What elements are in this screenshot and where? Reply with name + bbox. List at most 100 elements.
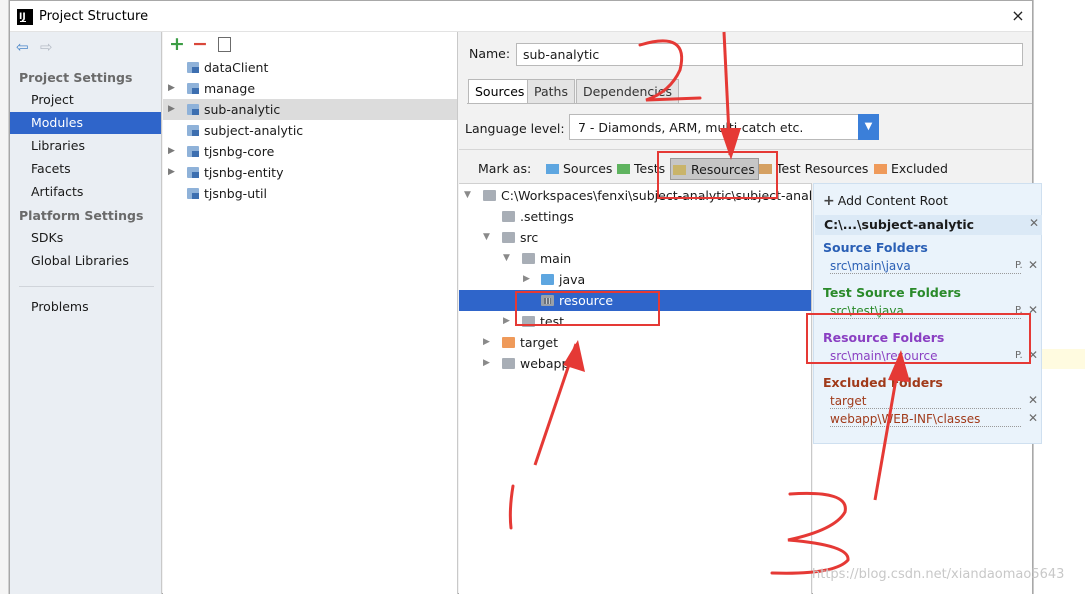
- chevron-right-icon[interactable]: ▶: [168, 141, 175, 162]
- package-prefix-icon[interactable]: P.: [1015, 350, 1023, 361]
- nav-item-libraries[interactable]: Libraries: [10, 135, 161, 157]
- background-editor-gutter: [0, 0, 9, 594]
- close-button[interactable]: ×: [1007, 5, 1029, 27]
- folder-tree: ▼ C:\Workspaces\fenxi\subject-analytic\s…: [459, 183, 812, 594]
- remove-icon[interactable]: −: [192, 33, 208, 55]
- nav-item-sdks[interactable]: SDKs: [10, 227, 161, 249]
- package-prefix-icon[interactable]: P.: [1015, 305, 1023, 316]
- mark-test-resources-button[interactable]: Test Resources: [757, 158, 868, 180]
- mark-excluded-button[interactable]: Excluded: [872, 158, 948, 180]
- module-item[interactable]: ▶ tjsnbg-entity: [163, 162, 457, 183]
- language-level-select[interactable]: 7 - Diamonds, ARM, multi-catch etc. ▼: [569, 114, 879, 140]
- tab-sources[interactable]: Sources: [468, 79, 532, 104]
- content-root-header: C:\...\subject-analytic ✕: [815, 215, 1042, 235]
- tree-row-webapp[interactable]: ▶ webapp: [459, 353, 811, 374]
- chevron-right-icon[interactable]: ▶: [503, 311, 510, 332]
- chevron-right-icon[interactable]: ▶: [523, 269, 530, 290]
- module-icon: [187, 104, 199, 115]
- nav-item-global-libraries[interactable]: Global Libraries: [10, 250, 161, 272]
- module-item[interactable]: tjsnbg-util: [163, 183, 457, 204]
- content-roots-panel: + Add Content Root C:\...\subject-analyti…: [813, 183, 1042, 594]
- package-prefix-icon[interactable]: P.: [1015, 260, 1023, 271]
- module-item[interactable]: ▶ tjsnbg-core: [163, 141, 457, 162]
- tabs-divider: [467, 103, 1032, 104]
- module-item[interactable]: dataClient: [163, 57, 457, 78]
- module-item[interactable]: ▶ sub-analytic: [163, 99, 457, 120]
- mark-as-label: Mark as:: [478, 161, 532, 176]
- nav-item-problems[interactable]: Problems: [10, 296, 161, 318]
- tab-dependencies[interactable]: Dependencies: [576, 79, 679, 104]
- module-list-panel: + − dataClient ▶ manage ▶ sub-analytic subjec…: [163, 32, 458, 594]
- module-icon: [187, 167, 199, 178]
- mark-tests-label: Tests: [634, 161, 666, 176]
- excluded-folder-path: target: [830, 394, 1021, 409]
- close-icon[interactable]: ✕: [1028, 393, 1038, 407]
- module-label: subject-analytic: [204, 123, 304, 138]
- chevron-right-icon[interactable]: ▶: [168, 162, 175, 183]
- mark-sources-button[interactable]: Sources: [544, 158, 612, 180]
- tree-label: C:\Workspaces\fenxi\subject-analytic\sub…: [501, 188, 812, 203]
- source-folders-title: Source Folders: [823, 240, 928, 255]
- chevron-right-icon[interactable]: ▶: [483, 332, 490, 353]
- content-root-card: + Add Content Root C:\...\subject-analyti…: [813, 183, 1042, 444]
- tree-row-root[interactable]: ▼ C:\Workspaces\fenxi\subject-analytic\s…: [459, 185, 811, 206]
- forward-arrow-icon[interactable]: ⇨: [40, 38, 53, 56]
- add-content-root-button[interactable]: + Add Content Root: [823, 193, 948, 209]
- resource-folders-title: Resource Folders: [823, 330, 945, 345]
- excluded-folder-icon: [874, 164, 887, 174]
- source-folder-icon: [541, 274, 554, 285]
- tree-label: webapp: [520, 356, 570, 371]
- resources-folder-icon: [673, 165, 686, 175]
- back-arrow-icon[interactable]: ⇦: [16, 38, 29, 56]
- tree-row-resource[interactable]: resource: [459, 290, 811, 311]
- name-field[interactable]: sub-analytic: [516, 43, 1023, 66]
- mark-resources-button[interactable]: Resources: [670, 158, 759, 180]
- test-source-folders-title: Test Source Folders: [823, 285, 961, 300]
- chevron-right-icon[interactable]: ▶: [483, 353, 490, 374]
- copy-icon[interactable]: [218, 34, 233, 52]
- tree-row-test[interactable]: ▶ test: [459, 311, 811, 332]
- chevron-right-icon[interactable]: ▶: [168, 78, 175, 99]
- nav-item-artifacts[interactable]: Artifacts: [10, 181, 161, 203]
- tree-row-main[interactable]: ▼ main: [459, 248, 811, 269]
- mark-excluded-label: Excluded: [891, 161, 948, 176]
- folder-icon: [522, 253, 535, 264]
- chevron-right-icon[interactable]: ▶: [168, 99, 175, 120]
- close-icon[interactable]: ✕: [1028, 258, 1038, 272]
- module-item[interactable]: ▶ manage: [163, 78, 457, 99]
- module-label: tjsnbg-entity: [204, 165, 284, 180]
- module-settings-panel: Name: sub-analytic Sources Paths Depende…: [459, 32, 1042, 594]
- tab-paths[interactable]: Paths: [527, 79, 575, 104]
- close-icon[interactable]: ✕: [1028, 348, 1038, 362]
- tree-row-target[interactable]: ▶ target: [459, 332, 811, 353]
- tree-row-java[interactable]: ▶ java: [459, 269, 811, 290]
- chevron-down-icon[interactable]: ▼: [503, 248, 510, 269]
- chevron-down-icon[interactable]: ▼: [858, 114, 879, 140]
- add-icon[interactable]: +: [169, 33, 185, 55]
- nav-item-modules[interactable]: Modules: [10, 112, 161, 134]
- tree-label: main: [540, 251, 572, 266]
- chevron-down-icon[interactable]: ▼: [464, 185, 471, 206]
- module-toolbar: + −: [163, 32, 457, 57]
- tree-row-settings[interactable]: .settings: [459, 206, 811, 227]
- tree-label: resource: [559, 293, 614, 308]
- folder-icon: [502, 211, 515, 222]
- excluded-folders-title: Excluded Folders: [823, 375, 943, 390]
- nav-item-project[interactable]: Project: [10, 89, 161, 111]
- module-label: tjsnbg-util: [204, 186, 267, 201]
- name-label: Name:: [469, 46, 511, 61]
- tree-row-src[interactable]: ▼ src: [459, 227, 811, 248]
- sources-folder-icon: [546, 164, 559, 174]
- module-label: dataClient: [204, 60, 269, 75]
- platform-settings-header: Platform Settings: [19, 208, 144, 223]
- close-icon[interactable]: ✕: [1028, 411, 1038, 425]
- close-icon[interactable]: ✕: [1028, 303, 1038, 317]
- close-icon[interactable]: ✕: [1029, 216, 1039, 230]
- tree-label: test: [540, 314, 565, 329]
- mark-tests-button[interactable]: Tests: [615, 158, 665, 180]
- nav-item-facets[interactable]: Facets: [10, 158, 161, 180]
- module-item[interactable]: subject-analytic: [163, 120, 457, 141]
- plus-icon: +: [823, 193, 835, 209]
- excluded-folder-icon: [502, 337, 515, 348]
- chevron-down-icon[interactable]: ▼: [483, 227, 490, 248]
